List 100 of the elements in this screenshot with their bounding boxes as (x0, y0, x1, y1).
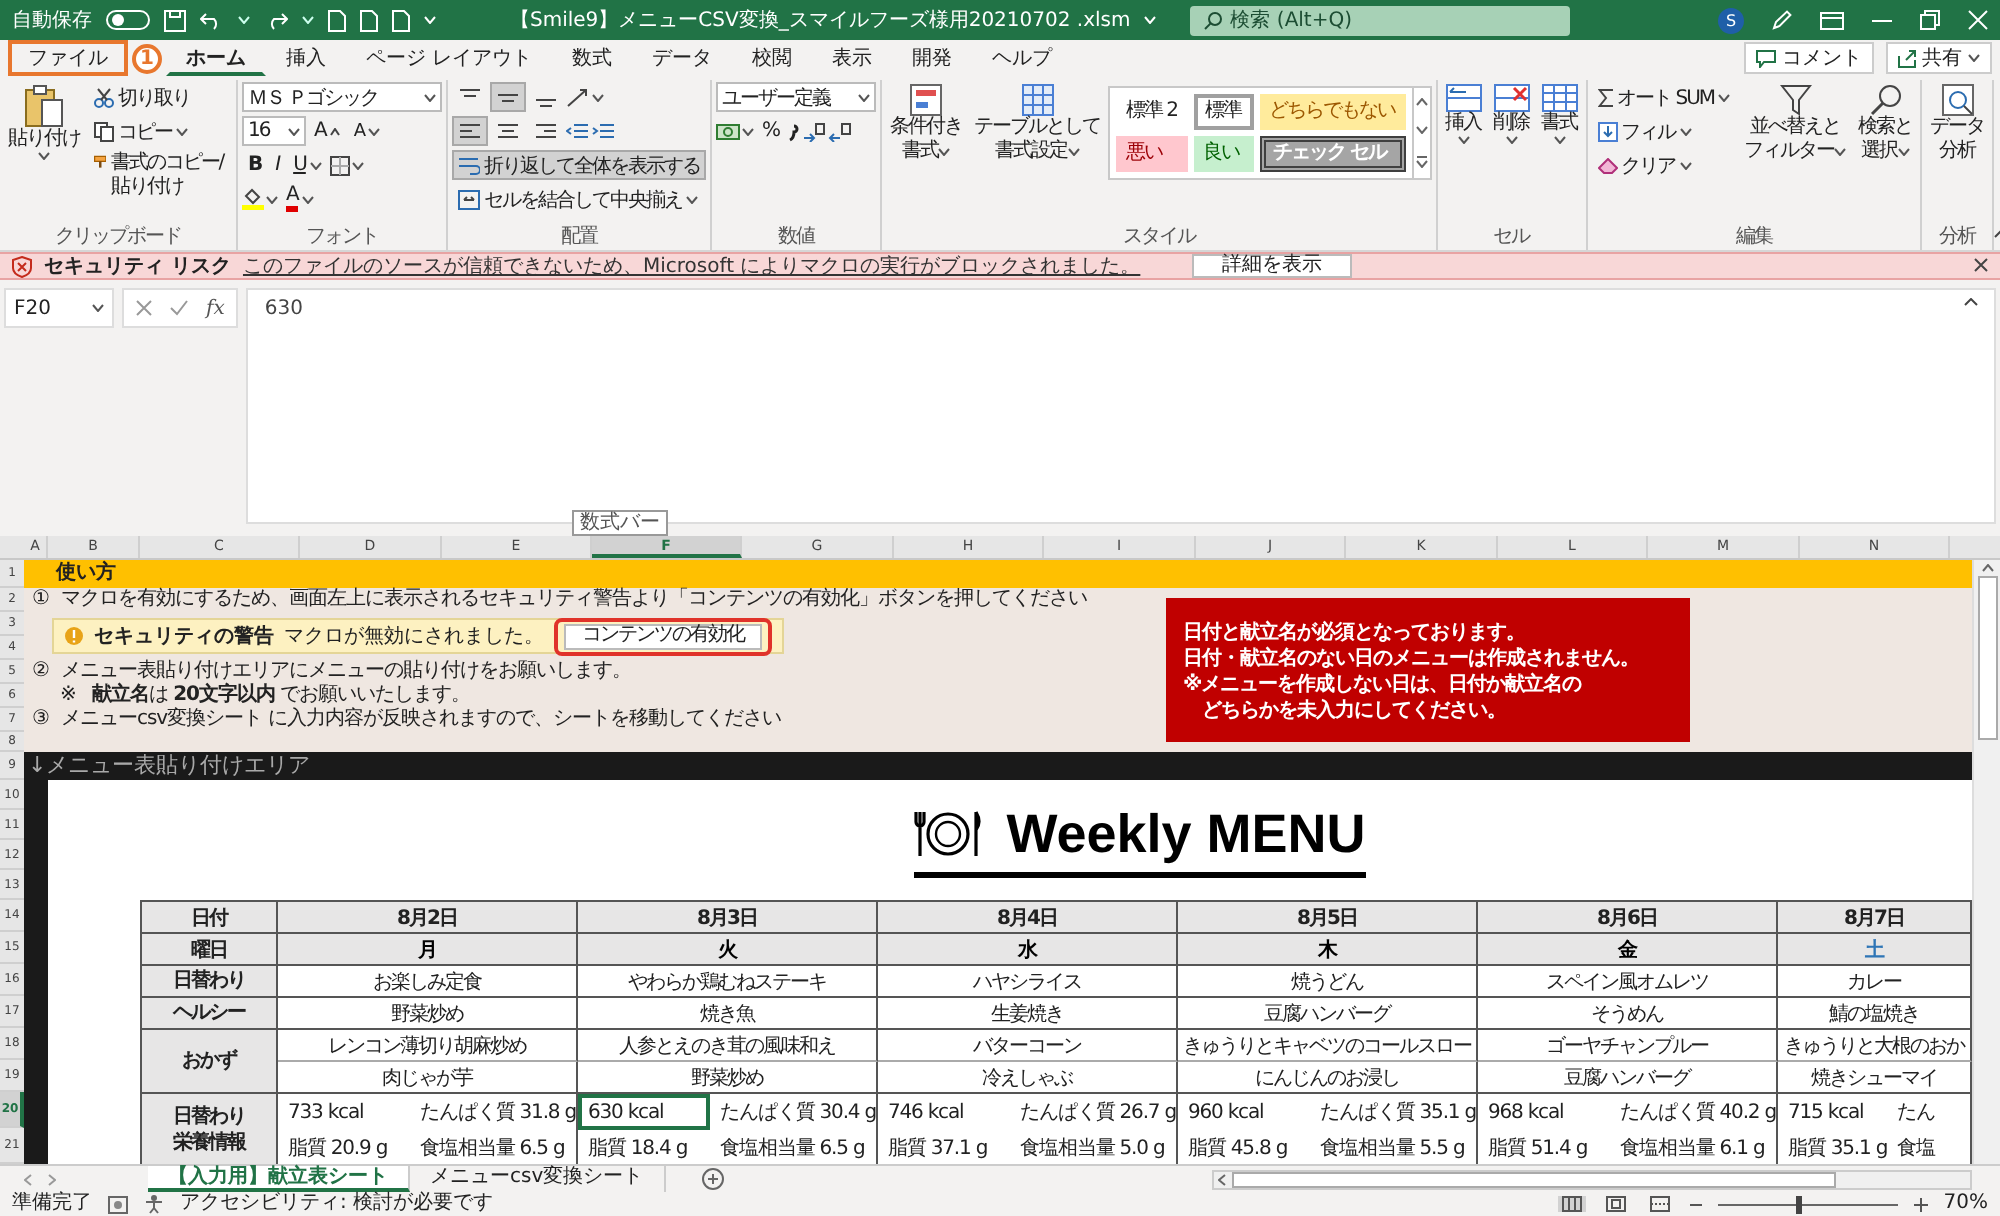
name-box[interactable]: F20 (4, 288, 114, 328)
horizontal-scrollbar[interactable] (1212, 1169, 1972, 1189)
zoom-slider-thumb[interactable] (1796, 1195, 1803, 1213)
zoom-level[interactable]: 70% (1943, 1192, 1988, 1216)
increase-decimal-icon[interactable] (801, 121, 826, 141)
scrollbar-thumb[interactable] (1232, 1171, 1836, 1187)
insert-function-button[interactable]: fx (206, 297, 225, 319)
comment-button[interactable]: コメント (1744, 42, 1874, 74)
details-button[interactable]: 詳細を表示 (1192, 254, 1353, 278)
search-field[interactable]: 検索 (Alt+Q) (1190, 5, 1571, 35)
menu-tab[interactable]: ページ レイアウト (346, 40, 553, 76)
merge-center-button[interactable]: セルを結合して中央揃え (452, 184, 706, 214)
cell-style-option[interactable]: どちらでもない (1259, 94, 1406, 130)
accessibility-icon[interactable] (144, 1194, 164, 1214)
accessibility-status[interactable]: アクセシビリティ: 検討が必要です (180, 1192, 494, 1216)
restore-icon[interactable] (1920, 10, 1940, 30)
cancel-icon[interactable] (136, 300, 152, 316)
cell-style-option[interactable]: 良い (1193, 136, 1254, 172)
sheet-tab[interactable]: 【入力用】献立表シート (148, 1166, 410, 1192)
delete-cells-button[interactable]: 削除 (1489, 82, 1534, 146)
more-icon[interactable] (1415, 155, 1428, 168)
scroll-up-icon[interactable] (1415, 98, 1428, 107)
clear-button[interactable]: クリア (1591, 150, 1737, 180)
wrap-text-button[interactable]: 折り返して全体を表示する (452, 150, 706, 180)
bold-button[interactable]: B (242, 150, 268, 180)
autosave-toggle[interactable] (106, 10, 150, 30)
underline-button[interactable]: U (287, 150, 328, 180)
currency-icon[interactable] (716, 121, 740, 141)
close-icon[interactable] (1974, 257, 1988, 271)
menu-tab[interactable]: ヘルプ (972, 40, 1073, 76)
border-icon[interactable] (329, 155, 350, 175)
menu-tab[interactable]: 開発 (892, 40, 973, 76)
view-button[interactable] (1645, 1196, 1674, 1212)
date-cell: 8月3日 (578, 902, 878, 934)
menu-tab[interactable]: ファイル (8, 40, 128, 76)
format-as-table-button[interactable]: テーブルとして 書式設定 (970, 82, 1104, 166)
add-sheet-icon[interactable] (701, 1168, 724, 1190)
vertical-align-button[interactable] (490, 82, 526, 112)
table-cell: お楽しみ定食 (278, 966, 578, 998)
share-button[interactable]: 共有 (1886, 42, 1992, 74)
shrink-font-button[interactable]: A (347, 116, 387, 146)
autosum-button[interactable]: オート SUM (1591, 82, 1737, 112)
scroll-left-icon[interactable] (1218, 1173, 1226, 1185)
number-format-field[interactable]: ユーザー定義 (716, 82, 876, 112)
scrollbar-thumb[interactable] (1977, 576, 1997, 740)
italic-button[interactable]: I (269, 150, 286, 180)
fill-color-icon[interactable] (242, 188, 264, 210)
decrease-decimal-icon[interactable] (827, 121, 852, 141)
cell-style-option[interactable]: 悪い (1116, 136, 1188, 172)
ribbon-display-icon[interactable] (1820, 11, 1844, 29)
scroll-up-icon[interactable] (1981, 564, 1993, 572)
vertical-scrollbar[interactable] (1972, 560, 2000, 1164)
format-painter-button[interactable]: 書式のコピー/貼り付け (88, 150, 232, 202)
format-cells-button[interactable]: 書式 (1537, 82, 1582, 146)
cell-style-option[interactable]: 標準 2 (1116, 94, 1188, 130)
menu-tab[interactable]: データ (632, 40, 733, 76)
menu-tab[interactable]: 数式 (552, 40, 633, 76)
scissors-icon (94, 87, 114, 107)
pen-icon[interactable] (1772, 10, 1792, 30)
document-icon[interactable] (360, 9, 378, 31)
menu-tab[interactable]: 表示 (812, 40, 893, 76)
font-color-button[interactable]: A (280, 184, 320, 214)
security-message-link[interactable]: このファイルのソースが信頼できないため、Microsoft によりマクロの実行がブロックされました。 (242, 252, 1141, 280)
font-name-field[interactable]: ＭＳ Ｐゴシック (242, 82, 442, 112)
indent-icon[interactable] (566, 121, 590, 141)
zoom-in-icon[interactable] (1913, 1197, 1928, 1211)
copy-button[interactable]: コピー (88, 116, 232, 146)
conditional-format-button[interactable]: 条件付き 書式 (886, 82, 966, 166)
font-size-field[interactable]: 16 (242, 116, 306, 146)
menu-tab[interactable]: 挿入 (266, 40, 346, 76)
enable-content-button[interactable]: コンテンツの有効化 (564, 623, 762, 649)
scroll-down-icon[interactable] (1415, 126, 1428, 135)
save-icon[interactable] (164, 9, 186, 31)
insert-cells-button[interactable]: 挿入 (1441, 82, 1486, 146)
document-icon[interactable] (392, 9, 410, 31)
account-avatar[interactable]: S (1718, 7, 1744, 33)
cut-button[interactable]: 切り取り (88, 82, 232, 112)
cell-style-option[interactable]: 標準 (1193, 94, 1254, 130)
minimize-icon[interactable] (1872, 19, 1892, 21)
sort-filter-button[interactable]: 並べ替えと フィルター (1740, 82, 1851, 166)
previous-icon[interactable] (24, 1173, 32, 1185)
indent-icon[interactable] (592, 121, 616, 141)
text-orientation-icon[interactable] (566, 87, 590, 107)
horizontal-align-button[interactable] (452, 116, 488, 146)
percent-button[interactable]: % (756, 116, 786, 146)
document-icon[interactable] (328, 9, 346, 31)
comma-style-icon[interactable] (787, 121, 800, 141)
next-icon[interactable] (48, 1173, 56, 1185)
analyze-data-button[interactable]: データ 分析 (1926, 82, 1989, 166)
fill-button[interactable]: フィル (1591, 116, 1737, 146)
table-cell-text: 脂質 20.9 g (286, 1135, 390, 1164)
grow-font-button[interactable]: A (308, 116, 346, 146)
view-button[interactable] (1601, 1196, 1630, 1212)
collapse-icon[interactable] (1964, 298, 1978, 306)
find-select-button[interactable]: 検索と 選択 (1854, 82, 1917, 166)
enter-icon[interactable] (170, 300, 188, 316)
view-button[interactable] (1557, 1196, 1586, 1212)
menu-tab[interactable]: 校閲 (732, 40, 813, 76)
macro-record-icon[interactable] (108, 1195, 128, 1213)
paste-button[interactable]: 貼り付け (4, 82, 84, 162)
